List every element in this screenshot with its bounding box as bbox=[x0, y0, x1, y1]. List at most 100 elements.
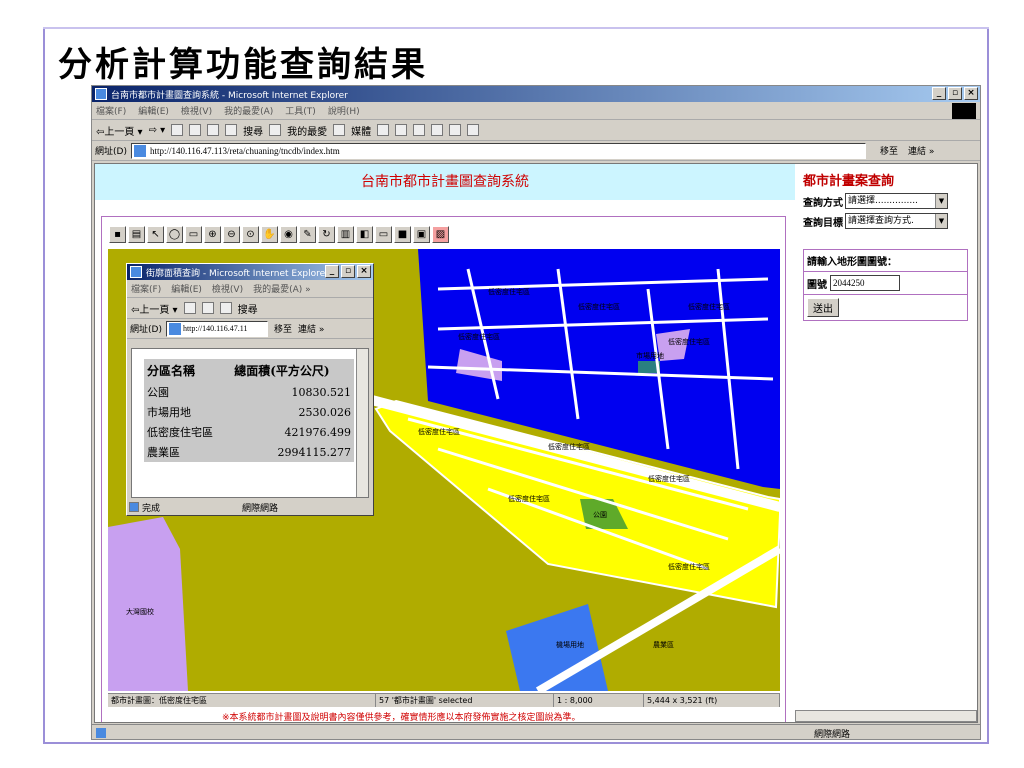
overview-icon[interactable]: ▣ bbox=[413, 225, 430, 243]
popup-content: 分區名稱 總面積(平方公尺) 公園 10830.521 市場用地 2530.02… bbox=[131, 348, 369, 498]
zone-label: 低密度住宅區 bbox=[648, 474, 690, 483]
farm-label: 農業區 bbox=[653, 640, 674, 649]
menu-edit[interactable]: 編輯(E) bbox=[138, 104, 169, 117]
popup-menu-file[interactable]: 檔案(F) bbox=[131, 282, 161, 295]
menu-favorites[interactable]: 我的最愛(A) bbox=[224, 104, 273, 117]
query-target-value: 請選擇查詢方式. bbox=[848, 216, 914, 226]
stop-icon[interactable] bbox=[171, 124, 184, 136]
horizontal-scrollbar[interactable] bbox=[795, 710, 977, 722]
info-icon[interactable]: ✎ bbox=[299, 225, 316, 243]
menu-file[interactable]: 檔案(F) bbox=[96, 104, 126, 117]
minimize-button[interactable]: _ bbox=[932, 87, 946, 100]
zone-name: 公園 bbox=[147, 386, 169, 399]
chevron-down-icon[interactable]: ▼ bbox=[935, 214, 947, 228]
query-method-select[interactable]: 請選擇............... ▼ bbox=[845, 193, 948, 209]
history-icon[interactable] bbox=[377, 124, 390, 136]
theme-icon[interactable]: ■ bbox=[394, 225, 411, 243]
popup-go-button[interactable]: 移至 bbox=[274, 322, 292, 335]
search-icon bbox=[225, 124, 238, 136]
address-bar: 網址(D) http://140.116.47.113/reta/chuanin… bbox=[92, 141, 980, 161]
popup-address-url: http://140.116.47.11 bbox=[182, 323, 248, 333]
zone-area: 421976.499 bbox=[284, 425, 351, 439]
popup-links-button[interactable]: 連結 » bbox=[298, 322, 324, 335]
mail-icon[interactable] bbox=[395, 124, 408, 136]
browser-title: 台南市都市計畫圖查詢系統 - Microsoft Internet Explor… bbox=[111, 90, 348, 101]
zoom-in-icon[interactable]: ⊕ bbox=[204, 225, 221, 243]
discuss-icon[interactable] bbox=[449, 124, 462, 136]
save-icon[interactable]: ▪ bbox=[109, 225, 126, 243]
browser-status-bar: 網際網路 bbox=[92, 724, 980, 740]
popup-menu-edit[interactable]: 編輯(E) bbox=[171, 282, 202, 295]
popup-address-input[interactable]: http://140.116.47.11 bbox=[165, 320, 268, 337]
address-input[interactable]: http://140.116.47.113/reta/chuaning/tncd… bbox=[130, 142, 866, 159]
zoom-icon[interactable]: ⊙ bbox=[242, 225, 259, 243]
stop-icon[interactable] bbox=[183, 302, 196, 314]
zone-area: 10830.521 bbox=[291, 385, 352, 399]
globe-icon[interactable]: ◉ bbox=[280, 225, 297, 243]
favorites-button[interactable]: 我的最愛 bbox=[287, 123, 327, 138]
forward-arrow-icon[interactable]: ⇨ ▾ bbox=[149, 125, 166, 136]
popup-minimize-button[interactable]: _ bbox=[325, 265, 339, 278]
refresh-map-icon[interactable]: ↻ bbox=[318, 225, 335, 243]
circle-select-icon[interactable]: ◯ bbox=[166, 225, 183, 243]
map-status-bar: 都市計畫圖：低密度住宅區 57 '都市計畫圖' selected 1 : 8,0… bbox=[108, 693, 780, 707]
legend-icon[interactable]: ◧ bbox=[356, 225, 373, 243]
print-icon[interactable]: ▤ bbox=[128, 225, 145, 243]
disclaimer: ※本系統都市計畫圖及說明書內容僅供參考，確實情形應以本府發佈實施之核定圖說為準。 bbox=[222, 713, 581, 723]
clear-icon[interactable]: ▨ bbox=[432, 225, 449, 243]
messenger-icon[interactable] bbox=[467, 124, 480, 136]
label-icon[interactable]: ▭ bbox=[375, 225, 392, 243]
popup-menu-view[interactable]: 檢視(V) bbox=[212, 282, 243, 295]
popup-maximize-button[interactable]: ▫ bbox=[341, 265, 355, 278]
menubar: 檔案(F) 編輯(E) 檢視(V) 我的最愛(A) 工具(T) 說明(H) bbox=[92, 102, 980, 120]
menu-tools[interactable]: 工具(T) bbox=[285, 104, 316, 117]
zone-label: 低密度住宅區 bbox=[458, 332, 500, 341]
search-button[interactable]: 搜尋 bbox=[243, 123, 263, 138]
market-label: 市場用地 bbox=[636, 351, 664, 360]
layers-icon[interactable]: ▥ bbox=[337, 225, 354, 243]
popup-address-label: 網址(D) bbox=[130, 325, 162, 335]
sidebar-title: 都市計畫案查詢 bbox=[803, 174, 895, 189]
go-button[interactable]: 移至 bbox=[880, 144, 898, 157]
query-method-value: 請選擇............... bbox=[848, 196, 918, 206]
popup-back-button[interactable]: ⇦上一頁 ▾ bbox=[131, 301, 178, 316]
back-button[interactable]: ⇦上一頁 ▾ bbox=[96, 123, 143, 138]
popup-close-button[interactable]: × bbox=[357, 265, 371, 278]
slide-accent-line bbox=[43, 27, 989, 31]
popup-titlebar: 街廓面積查詢 - Microsoft Internet Explorer _ ▫… bbox=[127, 264, 373, 280]
maximize-button[interactable]: ▫ bbox=[948, 87, 962, 100]
gis-toolbar: ▪ ▤ ↖ ◯ ▭ ⊕ ⊖ ⊙ ✋ ◉ ✎ ↻ ▥ ◧ ▭ ■ ▣ ▨ bbox=[109, 223, 449, 245]
home-icon[interactable] bbox=[207, 124, 220, 136]
menu-view[interactable]: 檢視(V) bbox=[181, 104, 212, 117]
zone-label: 低密度住宅區 bbox=[508, 494, 550, 503]
refresh-icon[interactable] bbox=[201, 302, 214, 314]
page-icon bbox=[168, 322, 181, 335]
close-button[interactable]: × bbox=[964, 87, 978, 100]
home-icon[interactable] bbox=[219, 302, 232, 314]
map-number-input[interactable]: 2044250 bbox=[830, 275, 900, 291]
query-sidebar: 都市計畫案查詢 查詢方式 請選擇............... ▼ 查詢目標 請… bbox=[803, 170, 975, 321]
menu-help[interactable]: 說明(H) bbox=[328, 104, 360, 117]
chevron-down-icon[interactable]: ▼ bbox=[935, 194, 947, 208]
map-status-layer: 都市計畫圖：低密度住宅區 bbox=[108, 694, 376, 707]
refresh-icon[interactable] bbox=[189, 124, 202, 136]
pointer-icon[interactable]: ↖ bbox=[147, 225, 164, 243]
rect-select-icon[interactable]: ▭ bbox=[185, 225, 202, 243]
query-target-select[interactable]: 請選擇查詢方式. ▼ bbox=[845, 213, 948, 229]
submit-button[interactable]: 送出 bbox=[807, 298, 839, 317]
zoom-out-icon[interactable]: ⊖ bbox=[223, 225, 240, 243]
browser-toolbar: ⇦上一頁 ▾ ⇨ ▾ 搜尋 我的最愛 媒體 bbox=[92, 120, 980, 141]
page-done-icon bbox=[96, 727, 106, 738]
edit-icon[interactable] bbox=[431, 124, 444, 136]
area-query-popup: 街廓面積查詢 - Microsoft Internet Explorer _ ▫… bbox=[126, 263, 374, 516]
zone-name: 低密度住宅區 bbox=[147, 426, 213, 439]
pan-icon[interactable]: ✋ bbox=[261, 225, 278, 243]
table-row: 農業區 2994115.277 bbox=[144, 442, 354, 462]
media-button[interactable]: 媒體 bbox=[351, 123, 371, 138]
popup-menu-favorites[interactable]: 我的最愛(A) » bbox=[253, 282, 311, 295]
popup-search-button[interactable]: 搜尋 bbox=[238, 301, 258, 316]
popup-vertical-scrollbar[interactable] bbox=[356, 349, 368, 497]
print-icon[interactable] bbox=[413, 124, 426, 136]
links-button[interactable]: 連結 » bbox=[908, 144, 934, 157]
favorites-icon bbox=[269, 124, 282, 136]
